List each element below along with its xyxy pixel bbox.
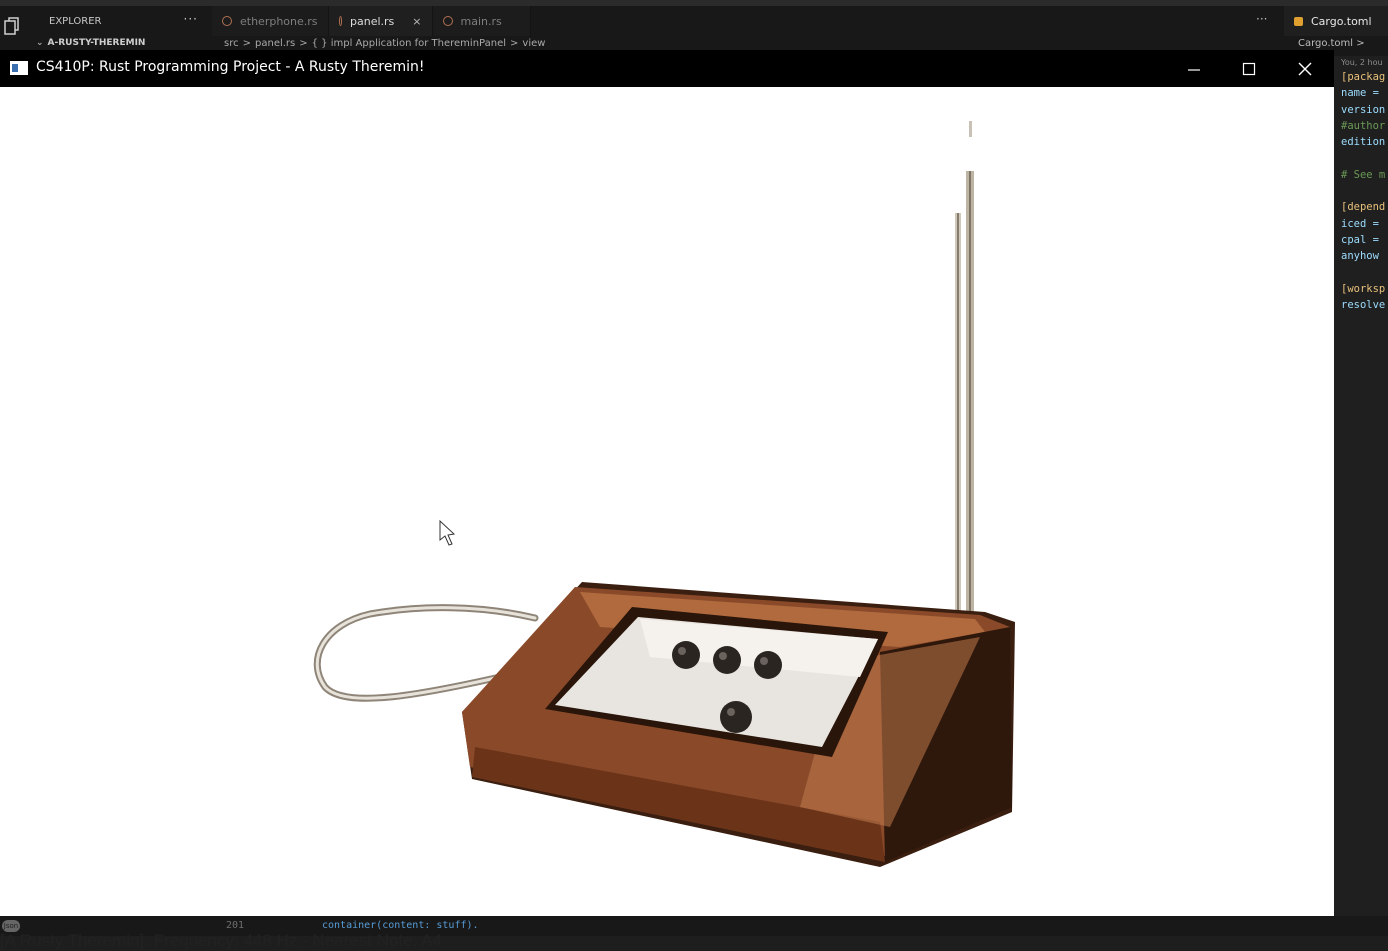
code-line: edition (1341, 136, 1386, 149)
maximize-icon (1242, 62, 1256, 75)
code-line: [worksp (1341, 282, 1386, 295)
close-button[interactable] (1277, 50, 1333, 87)
code-line: #author (1341, 119, 1386, 132)
tab-label: panel.rs (350, 14, 395, 28)
tab-panel[interactable]: panel.rs × (328, 6, 433, 36)
chevron-down-icon: ⌄ (36, 38, 44, 48)
explorer-header: EXPLORER ··· (34, 6, 210, 36)
theremin-window[interactable]: CS410P: Rust Programming Project - A Rus… (0, 50, 1334, 950)
breadcrumb-separator: > (510, 38, 519, 49)
explorer-icon[interactable] (0, 6, 24, 46)
window-titlebar[interactable]: CS410P: Rust Programming Project - A Rus… (0, 50, 1334, 87)
explorer-title: EXPLORER (49, 15, 102, 27)
breadcrumb-item[interactable]: view (522, 38, 545, 49)
code-line: name = (1341, 87, 1379, 100)
maximize-button[interactable] (1221, 50, 1277, 87)
close-tab-icon[interactable]: × (412, 15, 421, 28)
breadcrumb-item[interactable]: panel.rs (255, 38, 295, 49)
breadcrumb-separator: > (242, 38, 251, 49)
editor-tabs: etherphone.rs panel.rs × main.rs (212, 6, 531, 36)
cargo-breadcrumb[interactable]: Cargo.toml > (1298, 38, 1365, 49)
code-line: # See m (1341, 168, 1386, 181)
tab-etherphone[interactable]: etherphone.rs (212, 6, 329, 36)
theremin-canvas[interactable]: [A Rusty Theremin]: Frequency: 448 Hz - … (0, 87, 1334, 950)
window-title: CS410P: Rust Programming Project - A Rus… (36, 59, 425, 75)
theremin-illustration (313, 121, 1015, 867)
tabs-more-button[interactable]: ··· (1256, 12, 1267, 26)
tab-label: etherphone.rs (240, 14, 318, 28)
tab-label: main.rs (460, 14, 502, 28)
code-line: [packag (1341, 71, 1386, 83)
line-number: 201 (226, 920, 245, 931)
antenna (955, 121, 974, 623)
rust-file-icon (442, 16, 453, 26)
minimize-button[interactable] (1166, 50, 1222, 87)
tab-main[interactable]: main.rs (432, 6, 531, 36)
code-line: container(content: stuff). (322, 920, 479, 931)
folder-root[interactable]: ⌄ A-RUSTY-THEREMIN (36, 38, 145, 48)
folder-name: A-RUSTY-THEREMIN (47, 38, 146, 48)
theremin-body (462, 582, 1015, 867)
code-line: resolve (1341, 299, 1386, 312)
cargo-editor[interactable]: You, 2 hou [packag name = version #author ed… (1334, 56, 1388, 916)
code-line: iced = (1341, 217, 1379, 230)
code-line: anyhow (1341, 250, 1379, 263)
breadcrumb-item[interactable]: src (224, 38, 239, 49)
breadcrumb-separator: > (299, 38, 308, 49)
code-line: [depend (1341, 201, 1386, 214)
toml-file-icon (1294, 16, 1303, 26)
minimize-icon (1188, 68, 1200, 71)
mouse-cursor (439, 519, 456, 546)
close-icon (1298, 62, 1312, 75)
code-line: version (1341, 103, 1386, 116)
breadcrumb: src > panel.rs >{ } impl Application for Th… (224, 38, 549, 49)
breadcrumb-item[interactable]: { } impl Application for ThereminPanel (312, 38, 506, 49)
git-blame: You, 2 hou (1341, 58, 1383, 67)
frequency-readout: [A Rusty Theremin]: Frequency: 448 Hz - … (0, 931, 442, 950)
code-line: cpal = (1341, 234, 1379, 246)
rust-file-icon (338, 16, 343, 26)
explorer-more-button[interactable]: ··· (184, 12, 198, 26)
rust-file-icon (222, 16, 232, 26)
tab-cargo-toml[interactable]: Cargo.toml (1284, 6, 1388, 36)
tab-label: Cargo.toml (1311, 14, 1372, 28)
app-icon (10, 61, 28, 75)
